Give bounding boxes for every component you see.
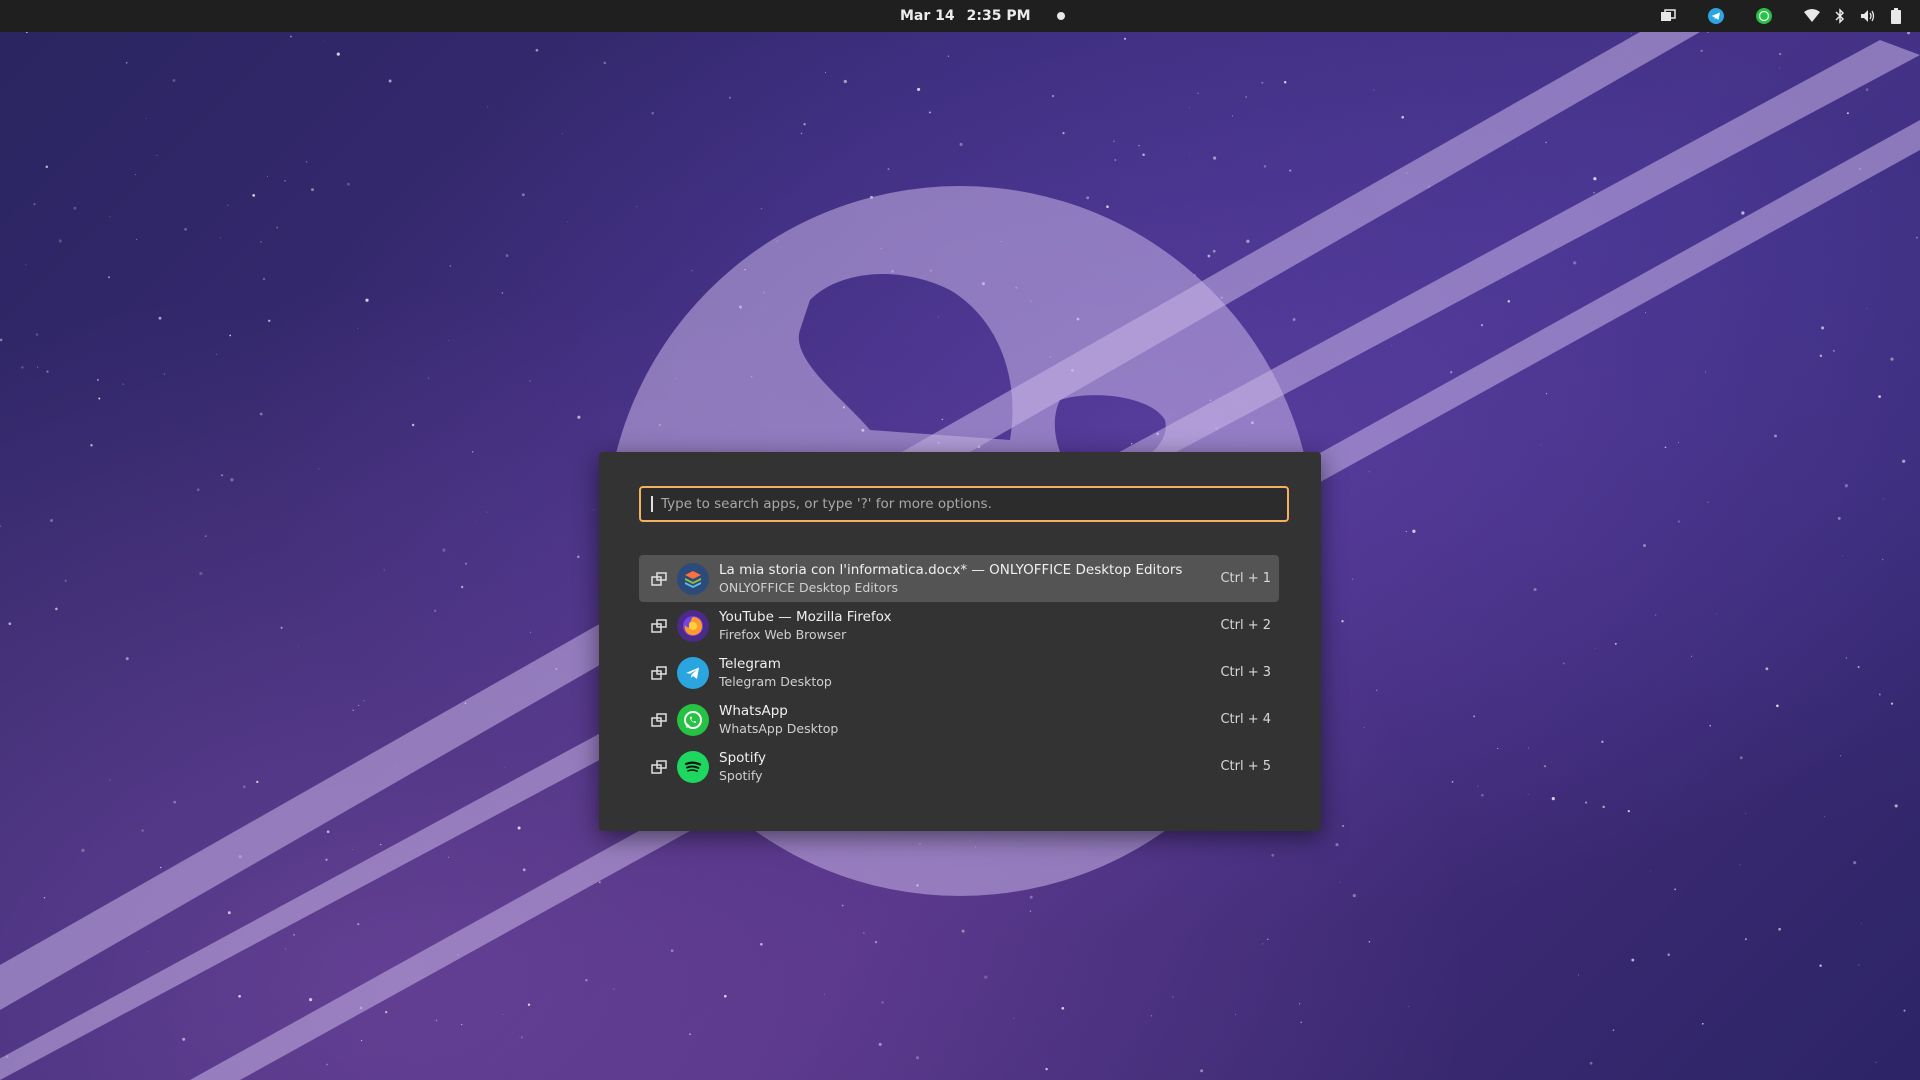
result-title: WhatsApp <box>719 702 788 719</box>
result-item-spotify[interactable]: Spotify Spotify Ctrl + 5 <box>639 743 1279 790</box>
firefox-icon <box>677 609 709 642</box>
time-label: 2:35 PM <box>966 8 1031 24</box>
workspaces-icon[interactable] <box>1654 0 1682 32</box>
result-subtitle: Spotify <box>719 767 763 783</box>
result-shortcut: Ctrl + 1 <box>1220 571 1271 586</box>
result-title: La mia storia con l'informatica.docx* — … <box>719 561 1183 578</box>
search-box[interactable] <box>639 486 1289 522</box>
result-subtitle: WhatsApp Desktop <box>719 720 839 736</box>
result-shortcut: Ctrl + 2 <box>1220 618 1271 633</box>
whatsapp-icon <box>677 703 709 736</box>
result-subtitle: Firefox Web Browser <box>719 626 847 642</box>
result-item-whatsapp[interactable]: WhatsApp WhatsApp Desktop Ctrl + 4 <box>639 696 1279 743</box>
result-subtitle: ONLYOFFICE Desktop Editors <box>719 579 898 595</box>
result-title: YouTube — Mozilla Firefox <box>719 608 892 625</box>
window-icon <box>647 665 671 680</box>
wifi-icon[interactable] <box>1798 0 1826 32</box>
results-list: La mia storia con l'informatica.docx* — … <box>639 555 1279 790</box>
spotify-icon <box>677 750 709 783</box>
result-shortcut: Ctrl + 5 <box>1220 759 1271 774</box>
result-subtitle: Telegram Desktop <box>719 673 832 689</box>
battery-icon[interactable] <box>1882 0 1910 32</box>
result-title: Telegram <box>719 655 781 672</box>
search-input[interactable] <box>659 495 1287 513</box>
notification-dot-icon <box>1056 12 1065 20</box>
date-time-menu[interactable]: Mar 14 2:35 PM <box>900 0 1065 32</box>
telegram-icon <box>677 656 709 689</box>
result-item-telegram[interactable]: Telegram Telegram Desktop Ctrl + 3 <box>639 649 1279 696</box>
result-title: Spotify <box>719 749 766 766</box>
app-launcher: La mia storia con l'informatica.docx* — … <box>599 452 1321 831</box>
date-label: Mar 14 <box>900 8 955 24</box>
result-shortcut: Ctrl + 3 <box>1220 665 1271 680</box>
volume-icon[interactable] <box>1854 0 1882 32</box>
window-icon <box>647 618 671 633</box>
result-item-firefox[interactable]: YouTube — Mozilla Firefox Firefox Web Br… <box>639 602 1279 649</box>
system-tray <box>1654 0 1910 32</box>
result-item-onlyoffice[interactable]: La mia storia con l'informatica.docx* — … <box>639 555 1279 602</box>
onlyoffice-icon <box>677 562 709 595</box>
window-icon <box>647 759 671 774</box>
whatsapp-tray-icon[interactable] <box>1750 0 1778 32</box>
window-icon <box>647 571 671 586</box>
window-icon <box>647 712 671 727</box>
text-cursor <box>651 496 653 512</box>
bluetooth-icon[interactable] <box>1826 0 1854 32</box>
top-panel: Mar 14 2:35 PM <box>0 0 1920 32</box>
result-shortcut: Ctrl + 4 <box>1220 712 1271 727</box>
telegram-tray-icon[interactable] <box>1702 0 1730 32</box>
